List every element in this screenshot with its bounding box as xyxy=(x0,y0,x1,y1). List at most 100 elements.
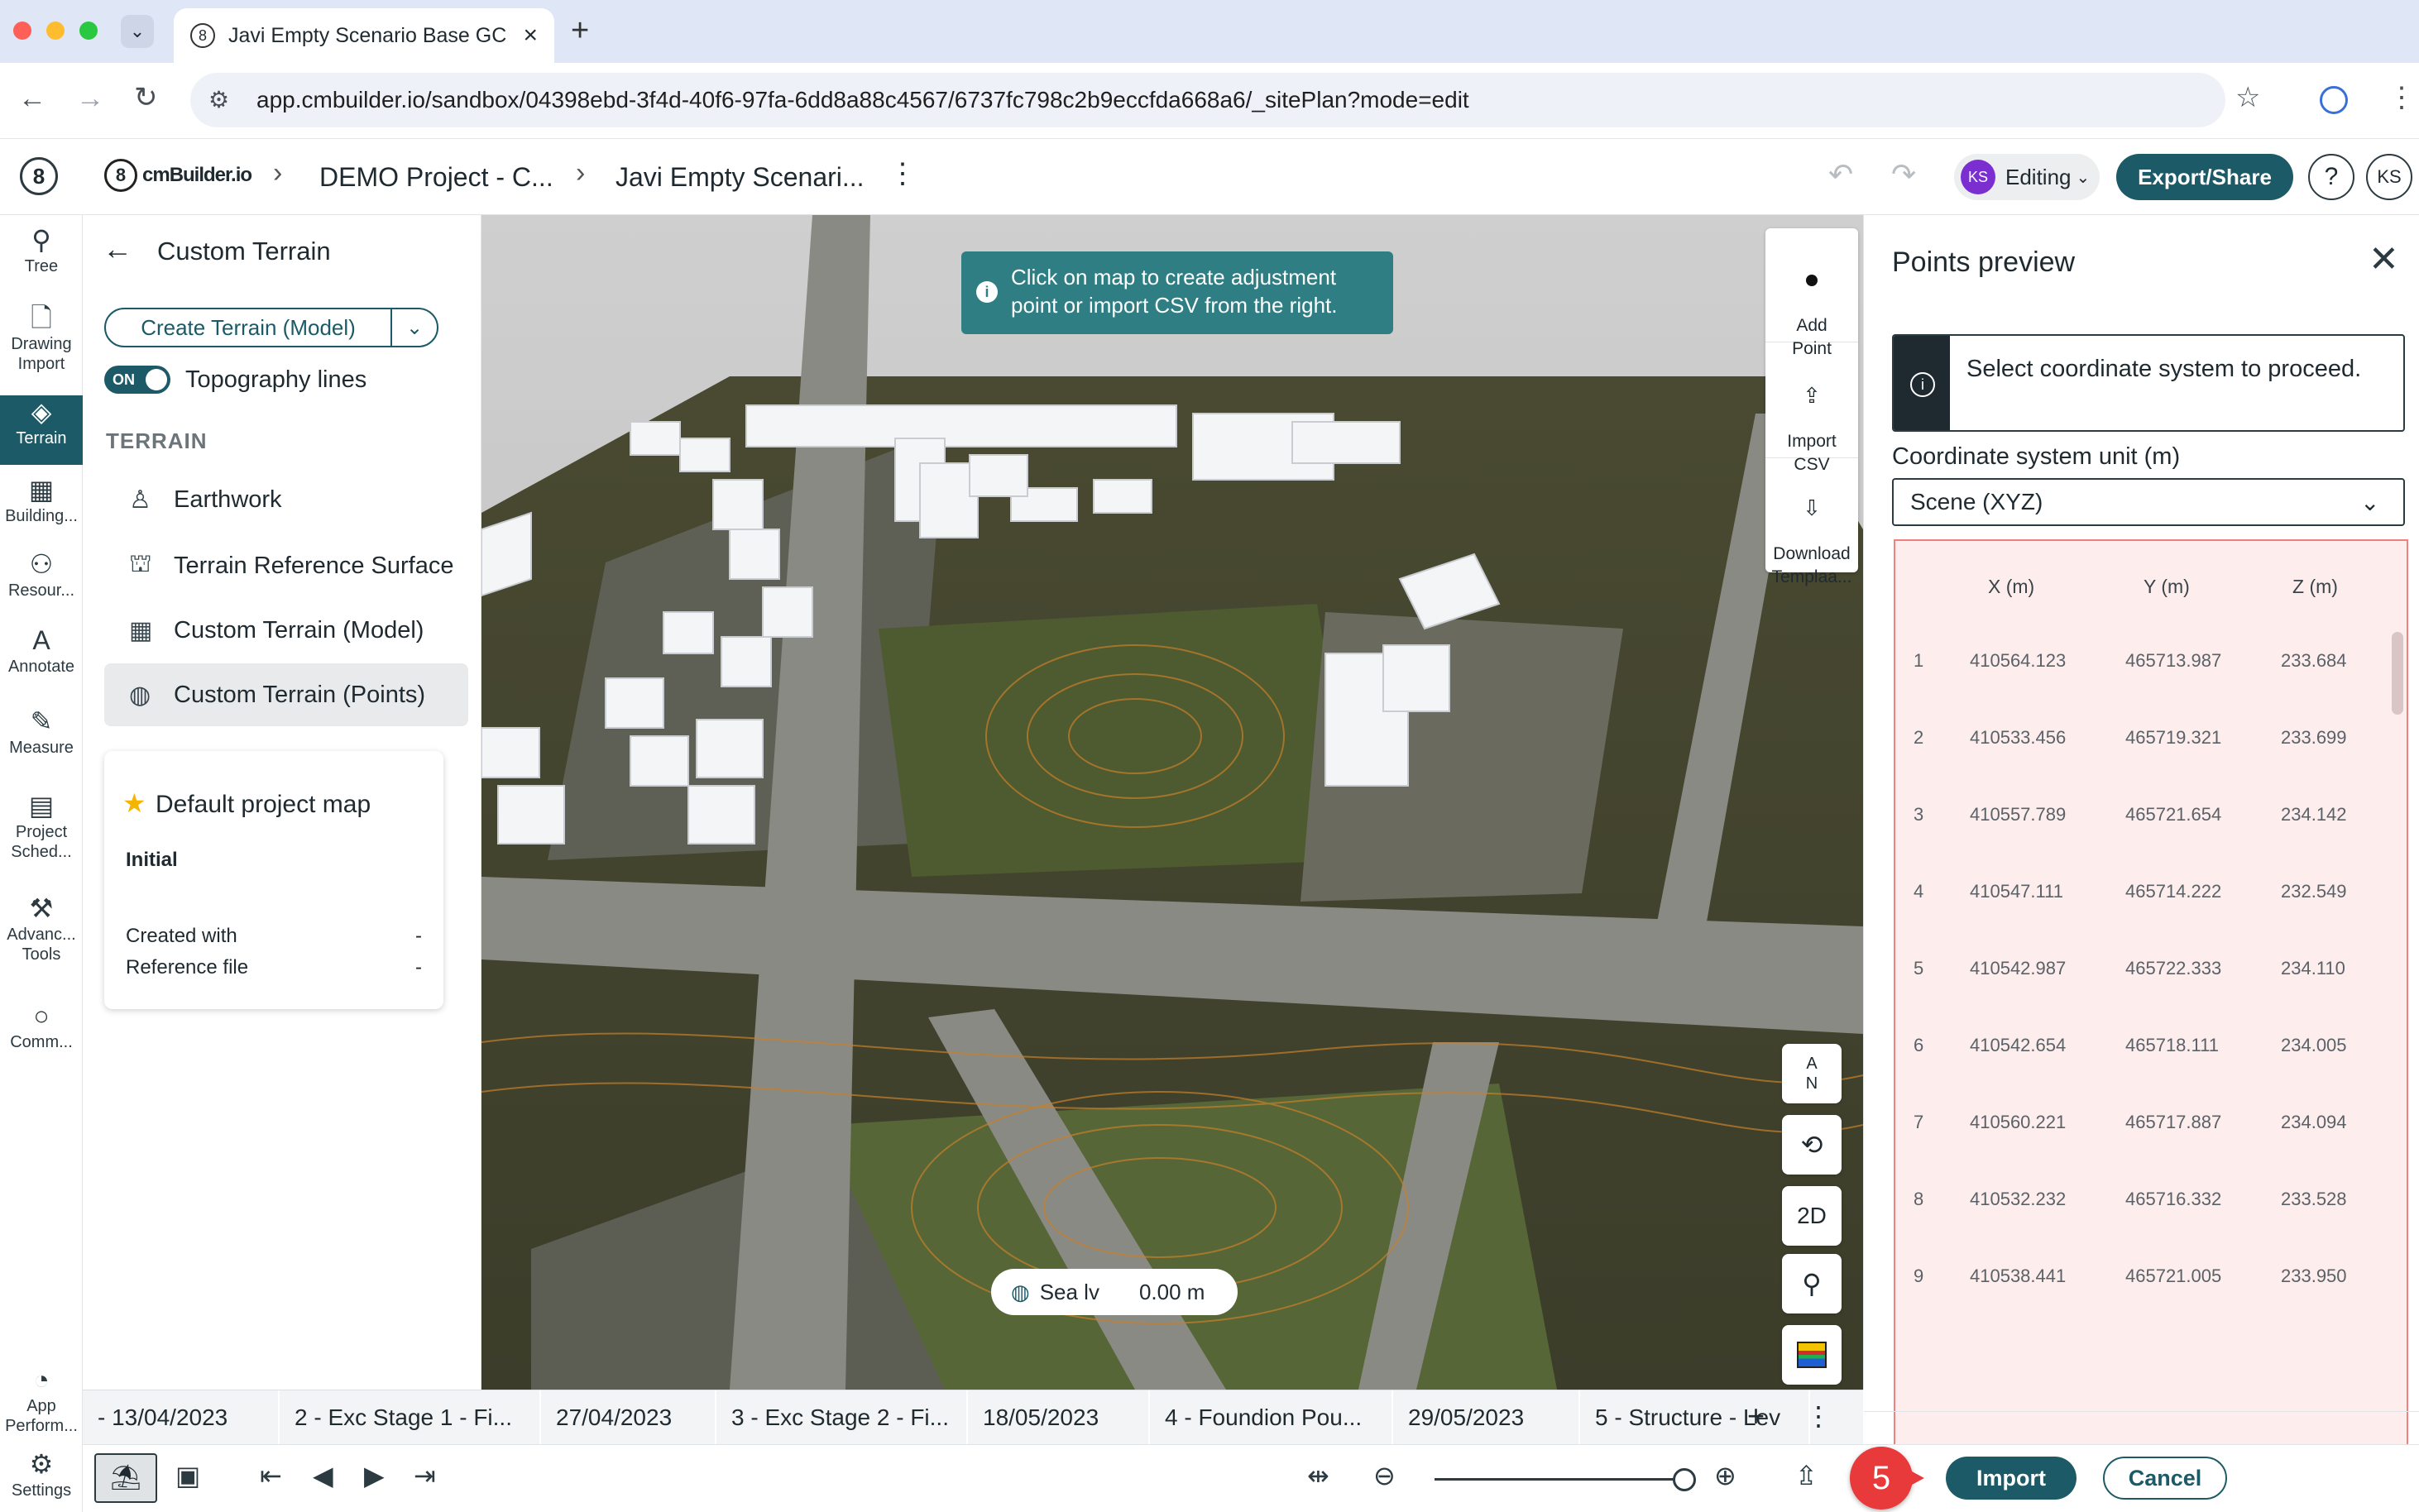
redo-icon[interactable]: ↷ xyxy=(1891,157,1916,192)
back-arrow-icon[interactable]: ← xyxy=(103,232,132,266)
close-window-button[interactable] xyxy=(13,22,31,40)
cancel-button[interactable]: Cancel xyxy=(2103,1457,2227,1500)
tab-list-chevron-icon[interactable]: ⌄ xyxy=(121,15,154,48)
minimize-window-button[interactable] xyxy=(46,22,65,40)
map-viewport[interactable]: i Click on map to create adjustment poin… xyxy=(481,215,1863,1390)
editing-label: Editing xyxy=(2005,164,2072,189)
resources-icon: ⚇ xyxy=(29,549,54,579)
tab-close-icon[interactable]: × xyxy=(523,22,538,50)
default-map-card[interactable]: ★ Default project map Initial Created wi… xyxy=(104,751,443,1009)
import-csv-button[interactable]: ⇪ Import CSV xyxy=(1765,342,1858,474)
layers-color-button[interactable] xyxy=(1782,1325,1842,1385)
close-icon[interactable]: ✕ xyxy=(2369,238,2399,280)
coordinate-unit-select[interactable]: Scene (XYZ) ⌄ xyxy=(1892,478,2405,526)
download-template-icon: ⇩ xyxy=(1803,495,1821,520)
terrain-3d-view[interactable] xyxy=(481,215,1863,1390)
menu-item-custom-terrain-points[interactable]: ◍ Custom Terrain (Points) xyxy=(104,663,468,726)
rail-item-project-schedule[interactable]: ▤ Project Sched... xyxy=(0,789,83,868)
reload-icon[interactable]: ↻ xyxy=(134,81,158,114)
site-settings-icon[interactable]: ⚙ xyxy=(208,86,229,113)
url-bar[interactable]: ⚙ app.cmbuilder.io/sandbox/04398ebd-3f4d… xyxy=(190,73,2225,127)
measure-icon: ✎ xyxy=(30,706,53,736)
sea-level-indicator[interactable]: ◍ Sea lv 0.00 m xyxy=(991,1269,1238,1315)
profile-icon[interactable] xyxy=(2320,86,2348,114)
schedule-timeline: - 13/04/2023 2 - Exc Stage 1 - Fi... 27/… xyxy=(83,1390,1863,1445)
rail-item-annotate[interactable]: A Annotate xyxy=(0,624,83,687)
undo-icon[interactable]: ↶ xyxy=(1828,157,1853,192)
created-with-value: - xyxy=(415,925,422,947)
maximize-window-button[interactable] xyxy=(79,22,98,40)
timeline-date[interactable]: 18/05/2023 xyxy=(968,1390,1150,1445)
menu-item-custom-terrain-model[interactable]: ▦ Custom Terrain (Model) xyxy=(104,599,468,662)
browser-tab-bar: ⌄ 8 Javi Empty Scenario Base GC × + xyxy=(0,0,2419,63)
rail-item-drawing-import[interactable]: 🗋 Drawing Import xyxy=(0,301,83,380)
terrain-view-button[interactable]: ⛱ xyxy=(94,1453,157,1503)
create-terrain-dropdown[interactable]: Create Terrain (Model) ⌄ xyxy=(104,308,438,347)
view-2d-button[interactable]: 2D xyxy=(1782,1186,1842,1246)
create-terrain-button[interactable]: Create Terrain (Model) xyxy=(106,315,390,341)
download-template-button[interactable]: ⇩ Download Templaa... xyxy=(1765,458,1858,586)
rail-item-settings[interactable]: ⚙ Settings xyxy=(0,1447,83,1510)
rail-item-building[interactable]: ▦ Building... xyxy=(0,473,83,536)
skip-start-icon[interactable]: ⇤ xyxy=(260,1460,282,1491)
table-row: 7 410560.221 465717.887 234.094 xyxy=(1914,1112,2347,1132)
timeline-more-icon[interactable]: ⋮ xyxy=(1805,1400,1832,1432)
pedestrian-view-button[interactable]: ⚲ xyxy=(1782,1254,1842,1313)
map-hint-banner: i Click on map to create adjustment poin… xyxy=(961,251,1393,334)
timeline-stage[interactable]: 5 - Structure - Lev xyxy=(1580,1390,1810,1445)
app-home-icon[interactable]: 8 xyxy=(20,157,58,195)
zoom-slider-track[interactable] xyxy=(1435,1478,1683,1481)
zoom-in-icon[interactable]: ⊕ xyxy=(1714,1460,1736,1491)
timeline-date[interactable]: 27/04/2023 xyxy=(541,1390,716,1445)
timeline-stage[interactable]: 3 - Exc Stage 2 - Fi... xyxy=(716,1390,968,1445)
editing-mode-button[interactable]: KS Editing ⌄ xyxy=(1954,154,2100,200)
new-tab-button[interactable]: + xyxy=(571,13,589,49)
screen-icon[interactable]: ▣ xyxy=(175,1460,200,1491)
breadcrumb-project[interactable]: DEMO Project - C... xyxy=(319,162,553,193)
bookmark-star-icon[interactable]: ☆ xyxy=(2235,81,2260,114)
menu-item-terrain-reference-surface[interactable]: ⛫ Terrain Reference Surface xyxy=(104,534,468,597)
rail-item-terrain[interactable]: ◈ Terrain xyxy=(0,395,83,465)
rail-item-comments[interactable]: ○ Comm... xyxy=(0,999,83,1062)
rail-item-resources[interactable]: ⚇ Resour... xyxy=(0,548,83,610)
column-header-x: X (m) xyxy=(1988,576,2035,597)
timeline-stage[interactable]: 4 - Foundion Pou... xyxy=(1150,1390,1393,1445)
timeline-stage[interactable]: 2 - Exc Stage 1 - Fi... xyxy=(280,1390,541,1445)
browser-menu-icon[interactable]: ⋮ xyxy=(2388,81,2416,114)
add-point-button[interactable]: Add Point xyxy=(1765,228,1858,358)
topography-toggle[interactable]: ON xyxy=(104,366,170,394)
timeline-date[interactable]: 29/05/2023 xyxy=(1393,1390,1580,1445)
cmbuilder-logo[interactable]: 8 cmBuilder.io xyxy=(104,159,252,192)
tree-icon: ⚲ xyxy=(31,225,51,255)
help-button[interactable]: ? xyxy=(2308,154,2354,200)
timeline-date[interactable]: - 13/04/2023 xyxy=(83,1390,280,1445)
skip-end-icon[interactable]: ⇥ xyxy=(414,1460,436,1491)
topography-toggle-row: ON Topography lines xyxy=(104,366,366,394)
rail-item-app-performance[interactable]: ◔ App Perform... xyxy=(0,1363,83,1443)
timeline-add-button[interactable]: + xyxy=(1747,1399,1765,1433)
star-icon: ★ xyxy=(122,788,146,818)
browser-tab[interactable]: 8 Javi Empty Scenario Base GC × xyxy=(174,8,554,63)
rail-item-tree[interactable]: ⚲ Tree xyxy=(0,223,83,286)
back-arrow-icon[interactable]: ← xyxy=(18,83,46,115)
export-share-button[interactable]: Export/Share xyxy=(2116,154,2293,200)
rail-item-advanced-tools[interactable]: ⚒ Advanc... Tools xyxy=(0,892,83,971)
scenario-more-icon[interactable]: ⋮ xyxy=(889,157,917,190)
menu-item-earthwork[interactable]: ♙ Earthwork xyxy=(104,468,468,531)
play-icon[interactable]: ▶ xyxy=(364,1460,385,1491)
step-back-icon[interactable]: ◀ xyxy=(313,1460,333,1491)
rail-item-measure[interactable]: ✎ Measure xyxy=(0,705,83,768)
orbit-view-button[interactable]: ⟲ xyxy=(1782,1115,1842,1175)
globe-icon: ◍ xyxy=(1011,1279,1030,1304)
forward-arrow-icon[interactable]: → xyxy=(76,83,104,115)
import-button[interactable]: Import xyxy=(1946,1457,2077,1500)
breadcrumb-scenario[interactable]: Javi Empty Scenari... xyxy=(616,162,865,193)
fit-width-icon[interactable]: ⇹ xyxy=(1307,1460,1329,1491)
zoom-slider-handle[interactable] xyxy=(1673,1468,1696,1491)
compass-button[interactable]: A N xyxy=(1782,1044,1842,1103)
chevron-down-icon[interactable]: ⌄ xyxy=(392,316,437,340)
zoom-out-icon[interactable]: ⊖ xyxy=(1373,1460,1396,1491)
user-avatar[interactable]: KS xyxy=(2366,154,2412,200)
upload-icon[interactable]: ⇫ xyxy=(1795,1460,1818,1491)
bottom-toolbar: ⛱ ▣ ⇤ ◀ ▶ ⇥ ⇹ ⊖ ⊕ ⇫ 5 Import Cancel xyxy=(83,1444,2419,1512)
